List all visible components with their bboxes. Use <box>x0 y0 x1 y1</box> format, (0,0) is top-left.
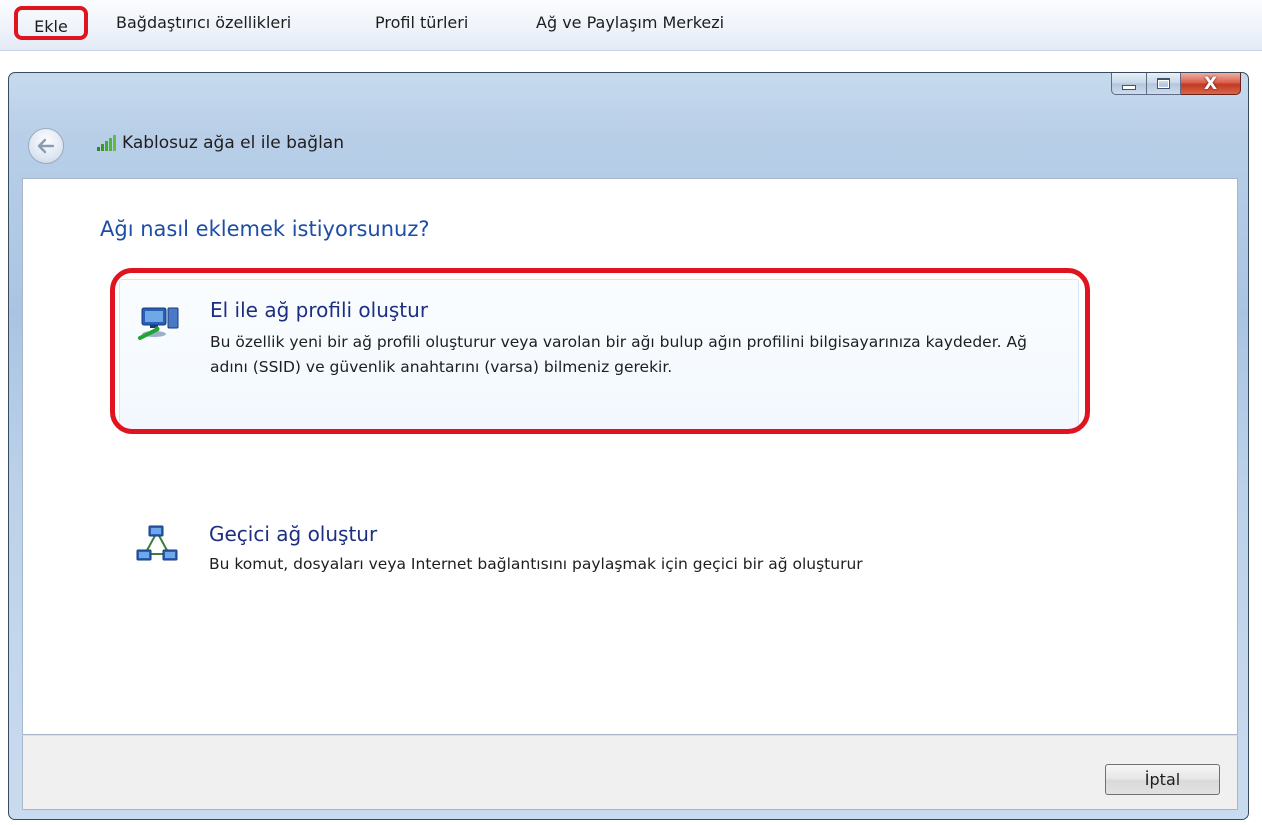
toolbar-profile-types-button[interactable]: Profil türleri <box>375 9 468 37</box>
back-button[interactable] <box>28 128 64 164</box>
content-panel: Ağı nasıl eklemek istiyorsunuz? El ile a… <box>22 178 1238 735</box>
back-arrow-icon <box>37 138 55 154</box>
footer-bar: İptal <box>22 735 1238 810</box>
option-adhoc-network-description: Bu komut, dosyaları veya Internet bağlan… <box>209 555 863 573</box>
toolbar-add-button[interactable]: Ekle <box>14 6 88 40</box>
option-manual-profile-title: El ile ağ profili oluştur <box>210 298 429 322</box>
option-manual-profile[interactable]: El ile ağ profili oluştur Bu özellik yen… <box>119 279 1079 431</box>
window-title: Kablosuz ağa el ile bağlan <box>122 133 344 153</box>
caption-buttons: X <box>1111 73 1241 97</box>
minimize-button[interactable] <box>1111 73 1147 95</box>
adhoc-network-icon <box>136 525 178 561</box>
top-toolbar: Ekle Bağdaştırıcı özellikleri Profil tür… <box>0 0 1262 51</box>
page-heading: Ağı nasıl eklemek istiyorsunuz? <box>100 217 430 241</box>
network-computer-icon <box>138 307 179 340</box>
maximize-icon <box>1157 78 1170 89</box>
option-adhoc-network-title: Geçici ağ oluştur <box>209 522 378 546</box>
option-manual-profile-description: Bu özellik yeni bir ağ profili oluşturur… <box>210 333 1027 376</box>
wizard-window: X Kablosuz ağa el ile bağlan Ağı nasıl e… <box>8 72 1249 820</box>
maximize-button[interactable] <box>1147 73 1181 95</box>
navigation-bar: Kablosuz ağa el ile bağlan <box>9 125 1248 165</box>
close-icon: X <box>1203 73 1218 94</box>
minimize-icon <box>1122 84 1136 90</box>
toolbar-network-sharing-center-button[interactable]: Ağ ve Paylaşım Merkezi <box>536 9 724 37</box>
wireless-signal-icon <box>97 135 116 151</box>
close-button[interactable]: X <box>1181 73 1241 95</box>
option-adhoc-network[interactable]: Geçici ağ oluştur Bu komut, dosyaları ve… <box>119 504 1077 604</box>
toolbar-adapter-properties-button[interactable]: Bağdaştırıcı özellikleri <box>116 9 291 37</box>
cancel-button[interactable]: İptal <box>1105 764 1220 795</box>
